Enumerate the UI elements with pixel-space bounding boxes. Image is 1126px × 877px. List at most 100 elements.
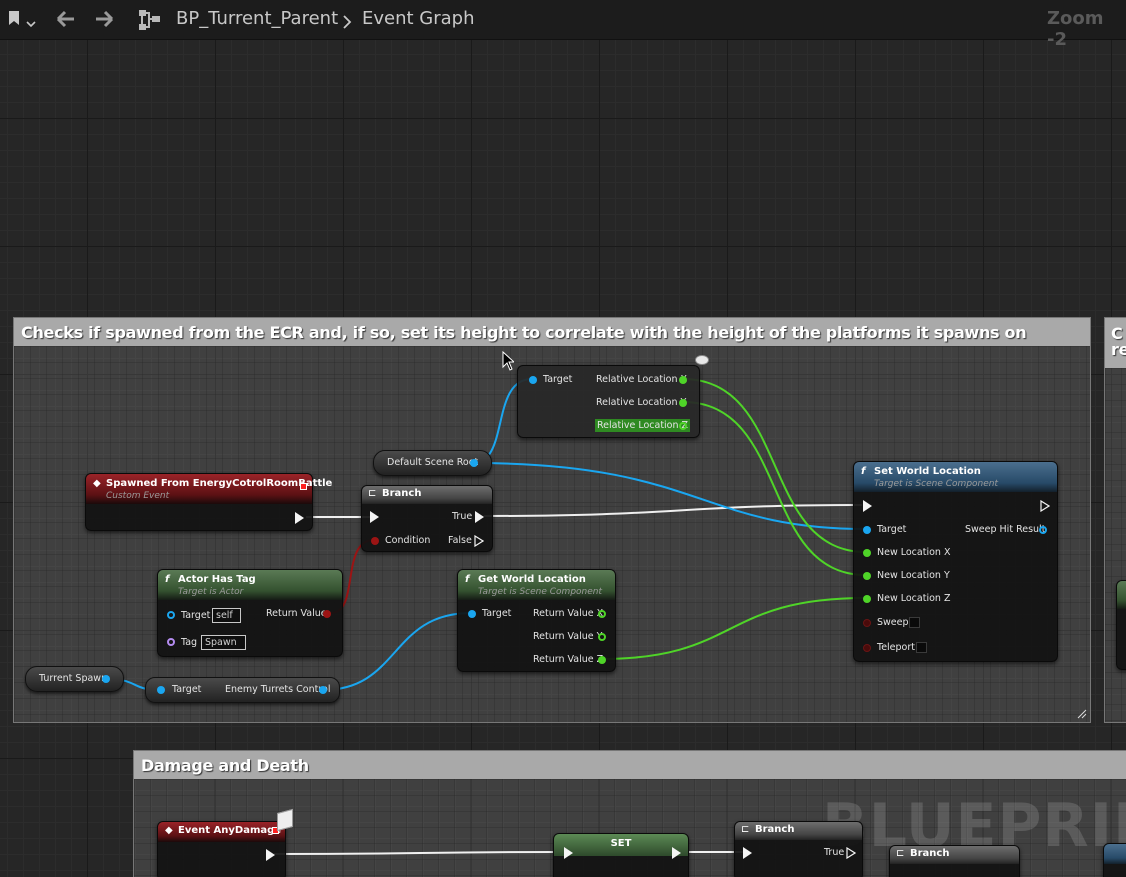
exec-true-pin[interactable] (846, 847, 856, 859)
relative-x-label: Relative Location X (596, 374, 688, 385)
sweep-pin[interactable] (863, 619, 871, 627)
branch-icon: ⊏ (741, 824, 750, 835)
node-header-partial-bottom-right (1104, 844, 1126, 864)
exec-in-pin[interactable] (863, 500, 872, 512)
get-world-location-title: Get World Location (478, 574, 586, 585)
set-world-location-title: Set World Location (874, 466, 981, 477)
node-actor-has-tag[interactable]: f Actor Has Tag Target is Actor Target s… (157, 569, 343, 657)
actor-has-tag-subtitle: Target is Actor (178, 587, 244, 597)
exec-wire-branch-setloc (483, 504, 863, 517)
node-header-branch-1: ⊏ Branch (362, 486, 492, 504)
cursor-icon (502, 351, 514, 371)
exec-out-pin[interactable] (1040, 500, 1050, 512)
new-z-pin[interactable] (863, 595, 871, 603)
exec-wire-damage-set (273, 851, 567, 855)
node-header-branch-2: ⊏ Branch (735, 822, 862, 840)
node-partial-right[interactable] (1116, 580, 1126, 670)
relative-x-pin[interactable] (679, 376, 687, 384)
exec-false-pin[interactable] (474, 535, 484, 547)
return-z-pin[interactable] (598, 656, 606, 664)
new-x-pin[interactable] (863, 549, 871, 557)
function-icon: f (861, 466, 866, 477)
exec-in-pin[interactable] (564, 847, 573, 859)
new-x-label: New Location X (877, 547, 951, 558)
node-spawned-event[interactable]: ◆ Spawned From EnergyCotrolRoomBattle Cu… (85, 473, 332, 531)
enemy-turrets-target-pin[interactable] (157, 686, 165, 694)
get-location-target-pin[interactable] (468, 610, 476, 618)
node-header-get-world-location: f Get World Location Target is Scene Com… (458, 570, 615, 600)
new-y-pin[interactable] (863, 572, 871, 580)
branch-1-title: Branch (382, 488, 422, 499)
branch-3-title: Branch (910, 848, 950, 859)
tag-label: Tag (181, 637, 198, 648)
condition-pin[interactable] (371, 537, 379, 545)
wire-layer (104, 378, 867, 855)
return-y-pin[interactable] (598, 633, 606, 641)
branch-2-true-label: True (824, 847, 845, 858)
node-header-branch-3: ⊏ Branch (890, 846, 1019, 864)
node-header-spawned: ◆ Spawned From EnergyCotrolRoomBattle Cu… (86, 474, 332, 504)
new-y-label: New Location Y (877, 570, 950, 581)
node-turrent-spawn[interactable]: Turrent Spawn (25, 666, 124, 692)
relative-target-pin[interactable] (529, 376, 537, 384)
enemy-turrets-target-label: Target (172, 684, 202, 695)
relative-y-pin[interactable] (679, 399, 687, 407)
exec-in-pin[interactable] (743, 847, 752, 859)
exec-in-pin[interactable] (370, 511, 379, 523)
node-enemy-turrets-control[interactable]: Target Enemy Turrets Control (145, 677, 340, 703)
true-label: True (452, 511, 473, 522)
node-branch-2[interactable]: ⊏ Branch True (734, 821, 863, 877)
enemy-turrets-output-label: Enemy Turrets Control (225, 684, 331, 695)
node-branch-3[interactable]: ⊏ Branch (889, 845, 1020, 877)
comment-bubble-icon[interactable] (695, 355, 709, 365)
object-wire-turrets-getloc (322, 612, 472, 691)
node-branch-1[interactable]: ⊏ Branch True Condition False (361, 485, 493, 552)
sweep-hit-pin[interactable] (1039, 526, 1047, 534)
delegate-pin[interactable] (300, 483, 307, 490)
spawned-subtitle: Custom Event (106, 491, 170, 501)
node-partial-bottom-right[interactable] (1103, 843, 1126, 877)
return-value-pin[interactable] (323, 610, 331, 618)
node-relative-location[interactable]: Target Relative Location X Relative Loca… (517, 365, 700, 438)
branch-icon: ⊏ (896, 848, 905, 859)
set-world-location-subtitle: Target is Scene Component (874, 479, 999, 489)
exec-out-pin[interactable] (266, 849, 275, 861)
node-get-world-location[interactable]: f Get World Location Target is Scene Com… (457, 569, 616, 672)
get-location-target-label: Target (482, 608, 512, 619)
node-default-scene-root[interactable]: Default Scene Root (373, 450, 492, 476)
return-x-pin[interactable] (598, 610, 606, 618)
condition-label: Condition (385, 535, 431, 546)
false-label: False (448, 535, 472, 546)
node-header-partial-right (1117, 581, 1126, 609)
target-label: Target (181, 610, 211, 621)
enemy-turrets-output-pin[interactable] (319, 686, 327, 694)
default-scene-root-label: Default Scene Root (387, 457, 479, 468)
node-event-any-damage[interactable]: ◆ Event AnyDamage (157, 821, 286, 877)
relative-z-pin[interactable] (679, 422, 687, 430)
node-set-world-location[interactable]: f Set World Location Target is Scene Com… (853, 461, 1058, 662)
return-y-label: Return Value Y (533, 631, 603, 642)
teleport-pin[interactable] (863, 644, 871, 652)
event-diamond-icon: ◆ (165, 825, 173, 836)
node-set[interactable]: SET (553, 833, 689, 877)
target-value-field[interactable]: self (212, 608, 241, 623)
float-wire-z (600, 597, 867, 660)
turrent-spawn-pin[interactable] (102, 675, 110, 683)
exec-out-pin[interactable] (672, 847, 681, 859)
tag-pin[interactable] (167, 638, 175, 646)
teleport-label: Teleport (877, 642, 915, 653)
default-scene-root-pin[interactable] (470, 459, 478, 467)
exec-true-pin[interactable] (475, 511, 484, 523)
tag-value-field[interactable]: Spawn (201, 635, 246, 650)
target-pin[interactable] (167, 611, 175, 619)
node-header-set: SET (554, 834, 688, 856)
return-value-label: Return Value (266, 608, 327, 619)
branch-2-title: Branch (755, 824, 795, 835)
set-target-pin[interactable] (863, 526, 871, 534)
exec-out-pin[interactable] (295, 512, 304, 524)
sweep-checkbox[interactable] (909, 617, 920, 628)
any-damage-title: Event AnyDamage (178, 825, 282, 836)
branch-icon: ⊏ (368, 488, 377, 499)
float-wire-x (682, 378, 867, 553)
teleport-checkbox[interactable] (916, 642, 927, 653)
